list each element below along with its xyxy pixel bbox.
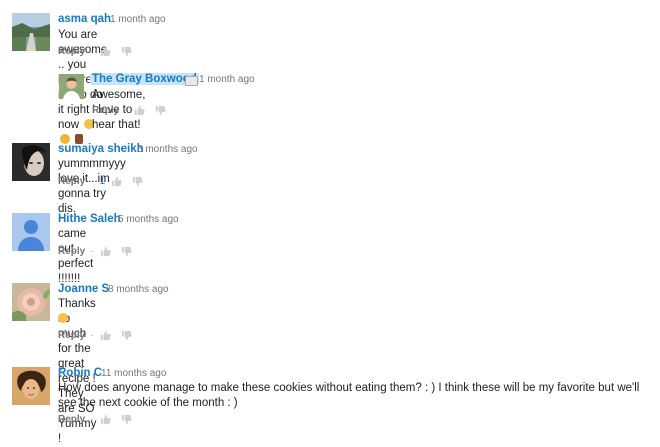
comment-author-link[interactable]: asma qah — [58, 13, 111, 25]
emoji-icon — [58, 313, 68, 323]
comment-author-link[interactable]: sumaiya sheikh — [58, 143, 144, 155]
comment-author-link[interactable]: The Gray Boxwood — [90, 73, 199, 85]
thumbs-up-icon[interactable] — [134, 105, 145, 116]
thumbs-up-icon[interactable] — [111, 176, 122, 187]
thumbs-down-icon[interactable] — [121, 414, 132, 425]
separator-dot: · — [90, 245, 94, 257]
avatar[interactable] — [59, 74, 84, 99]
comment-timestamp[interactable]: 5 months ago — [118, 214, 179, 225]
comment-timestamp[interactable]: 8 months ago — [108, 284, 169, 295]
reply-button[interactable]: Reply — [58, 330, 85, 341]
thumbs-down-icon[interactable] — [121, 246, 132, 257]
separator-dot: · — [90, 329, 94, 341]
comment-author-name: The Gray Boxwood — [92, 73, 197, 85]
thumbs-up-icon[interactable] — [100, 46, 111, 57]
comment-actions: Reply · — [58, 412, 142, 426]
comment-text: How does anyone manage to make these coo… — [58, 382, 640, 409]
reply-button[interactable]: Reply — [58, 246, 85, 257]
comment-actions: Reply · — [58, 244, 142, 258]
thumbs-down-icon[interactable] — [132, 176, 143, 187]
thumbs-up-icon[interactable] — [100, 246, 111, 257]
avatar[interactable] — [12, 367, 50, 405]
comment-timestamp[interactable]: 6 months ago — [137, 144, 198, 155]
thumbs-up-icon[interactable] — [100, 330, 111, 341]
thumbs-down-icon[interactable] — [121, 330, 132, 341]
like-count: 1 — [99, 175, 106, 187]
separator-dot: · — [90, 413, 94, 425]
comment-actions: Reply · — [92, 103, 176, 117]
comment-timestamp[interactable]: 1 month ago — [199, 74, 255, 85]
default-avatar-icon[interactable] — [12, 213, 50, 251]
reply-button[interactable]: Reply — [58, 414, 85, 425]
comment-actions: Reply · — [58, 44, 142, 58]
avatar[interactable] — [12, 283, 50, 321]
reply-button[interactable]: Reply — [58, 46, 85, 57]
owner-badge-icon — [185, 76, 198, 86]
comment-timestamp[interactable]: 11 months ago — [101, 368, 166, 379]
comment-actions: Reply · — [58, 328, 142, 342]
avatar[interactable] — [12, 13, 50, 51]
reply-button[interactable]: Reply — [58, 176, 85, 187]
comment-actions: Reply · 1 — [58, 174, 153, 188]
separator-dot: · — [90, 175, 94, 187]
thumbs-down-icon[interactable] — [121, 46, 132, 57]
separator-dot: · — [90, 45, 94, 57]
avatar[interactable] — [12, 143, 50, 181]
comment-timestamp[interactable]: 1 month ago — [110, 14, 166, 25]
comment-author-link[interactable]: Hithe Saleh — [58, 213, 121, 225]
comment-author-link[interactable]: Joanne S — [58, 283, 109, 295]
reply-button[interactable]: Reply — [92, 105, 119, 116]
thumbs-down-icon[interactable] — [155, 105, 166, 116]
comment-author-link[interactable]: Robin C — [58, 367, 102, 379]
separator-dot: · — [124, 104, 128, 116]
thumbs-up-icon[interactable] — [100, 414, 111, 425]
